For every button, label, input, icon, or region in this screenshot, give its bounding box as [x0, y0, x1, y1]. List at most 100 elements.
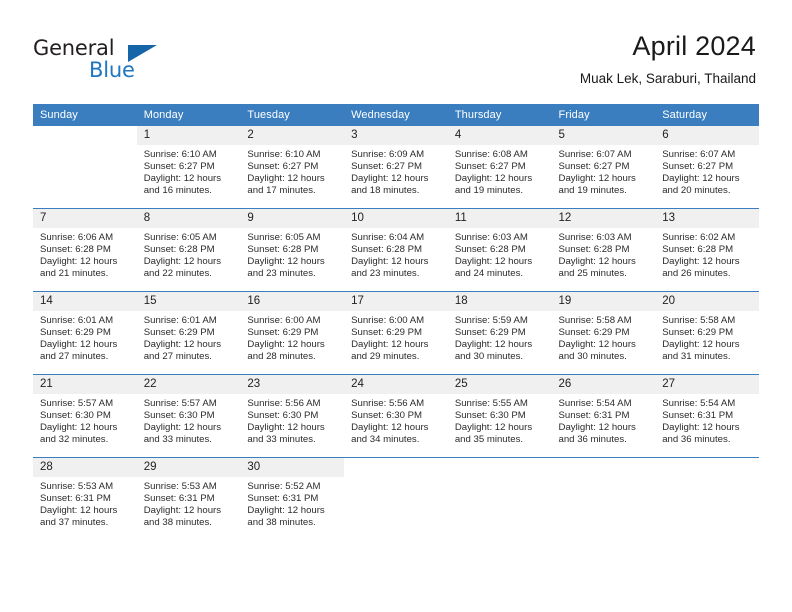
sunset-text: Sunset: 6:27 PM: [558, 161, 630, 173]
daylight-text-line1: Daylight: 12 hours: [40, 339, 118, 351]
calendar-grid: Sunday Monday Tuesday Wednesday Thursday Frid…: [33, 104, 759, 540]
daylight-text-line2: and 16 minutes.: [143, 185, 212, 197]
day-number: 12: [551, 209, 656, 228]
day-cell[interactable]: 13 Sunrise: 6:02 AM Sunset: 6:28 PM Dayligh…: [655, 209, 759, 291]
calendar-cell: 30 Sunrise: 5:52 AM Sunset: 6:31 PM Dayligh…: [240, 457, 345, 540]
title-block: April 2024 Muak Lek, Saraburi, Thailand: [580, 30, 756, 87]
calendar-cell: 29 Sunrise: 5:53 AM Sunset: 6:31 PM Dayligh…: [136, 457, 241, 540]
daylight-text-line1: Daylight: 12 hours: [558, 173, 636, 185]
calendar-header-row: Sunday Monday Tuesday Wednesday Thursday Frid…: [33, 104, 759, 126]
daylight-text-line2: and 25 minutes.: [558, 268, 627, 280]
day-cell[interactable]: 14 Sunrise: 6:01 AM Sunset: 6:29 PM Dayligh…: [33, 292, 137, 374]
day-cell[interactable]: 4 Sunrise: 6:08 AM Sunset: 6:27 PM Daylight…: [447, 126, 552, 208]
day-cell[interactable]: 3 Sunrise: 6:09 AM Sunset: 6:27 PM Daylight…: [344, 126, 448, 208]
daylight-text-line2: and 34 minutes.: [351, 434, 420, 446]
day-cell[interactable]: 5 Sunrise: 6:07 AM Sunset: 6:27 PM Daylight…: [551, 126, 656, 208]
sunset-text: Sunset: 6:30 PM: [454, 410, 526, 422]
day-cell[interactable]: 8 Sunrise: 6:05 AM Sunset: 6:28 PM Daylight…: [136, 209, 241, 291]
daylight-text-line1: Daylight: 12 hours: [247, 256, 325, 268]
sunset-text: Sunset: 6:29 PM: [351, 327, 423, 339]
sunset-text: Sunset: 6:28 PM: [558, 244, 630, 256]
sunrise-text: Sunrise: 6:09 AM: [351, 149, 425, 160]
sunset-text: Sunset: 6:29 PM: [247, 327, 319, 339]
day-cell[interactable]: 26 Sunrise: 5:54 AM Sunset: 6:31 PM Dayligh…: [551, 375, 656, 457]
day-number: 29: [136, 458, 241, 477]
day-cell[interactable]: 21 Sunrise: 5:57 AM Sunset: 6:30 PM Dayligh…: [33, 375, 137, 457]
daylight-text-line1: Daylight: 12 hours: [454, 422, 533, 434]
calendar-cell: 23 Sunrise: 5:56 AM Sunset: 6:30 PM Dayligh…: [240, 374, 345, 458]
calendar-cell: 16 Sunrise: 6:00 AM Sunset: 6:29 PM Dayligh…: [240, 291, 345, 375]
daylight-text-line2: and 20 minutes.: [662, 185, 731, 197]
calendar-cell: 7 Sunrise: 6:06 AM Sunset: 6:28 PM Daylight…: [33, 208, 137, 292]
day-cell[interactable]: 11 Sunrise: 6:03 AM Sunset: 6:28 PM Dayligh…: [447, 209, 552, 291]
daylight-text-line2: and 18 minutes.: [351, 185, 420, 197]
day-number: 13: [655, 209, 759, 228]
day-details: Sunrise: 6:00 AM Sunset: 6:29 PM Daylight:…: [344, 311, 448, 363]
day-cell[interactable]: 25 Sunrise: 5:55 AM Sunset: 6:30 PM Dayligh…: [447, 375, 552, 457]
daylight-text-line1: Daylight: 12 hours: [662, 173, 740, 185]
day-details: Sunrise: 6:07 AM Sunset: 6:27 PM Daylight:…: [552, 145, 656, 197]
day-cell[interactable]: 22 Sunrise: 5:57 AM Sunset: 6:30 PM Dayligh…: [136, 375, 241, 457]
day-details: Sunrise: 6:09 AM Sunset: 6:27 PM Daylight:…: [344, 145, 448, 197]
day-details: Sunrise: 6:06 AM Sunset: 6:28 PM Daylight:…: [33, 228, 137, 280]
daylight-text-line2: and 23 minutes.: [351, 268, 420, 280]
day-cell[interactable]: 7 Sunrise: 6:06 AM Sunset: 6:28 PM Daylight…: [33, 209, 137, 291]
day-cell[interactable]: 1 Sunrise: 6:10 AM Sunset: 6:27 PM Daylight…: [136, 126, 241, 208]
calendar-cell: 20 Sunrise: 5:58 AM Sunset: 6:29 PM Dayligh…: [655, 291, 759, 375]
day-cell[interactable]: 23 Sunrise: 5:56 AM Sunset: 6:30 PM Dayligh…: [240, 375, 345, 457]
sunrise-text: Sunrise: 5:54 AM: [558, 398, 632, 409]
day-cell[interactable]: 27 Sunrise: 5:54 AM Sunset: 6:31 PM Dayligh…: [655, 375, 759, 457]
calendar-week-row: 1 Sunrise: 6:10 AM Sunset: 6:27 PM Daylight…: [33, 126, 759, 209]
day-number: 20: [655, 292, 759, 311]
day-number: 25: [447, 375, 552, 394]
day-cell[interactable]: 10 Sunrise: 6:04 AM Sunset: 6:28 PM Dayligh…: [344, 209, 448, 291]
day-cell[interactable]: 30 Sunrise: 5:52 AM Sunset: 6:31 PM Dayligh…: [240, 458, 345, 540]
day-cell[interactable]: 2 Sunrise: 6:10 AM Sunset: 6:27 PM Daylight…: [240, 126, 345, 208]
sunset-text: Sunset: 6:28 PM: [662, 244, 734, 256]
day-details: Sunrise: 6:03 AM Sunset: 6:28 PM Daylight:…: [552, 228, 656, 280]
sunrise-text: Sunrise: 5:56 AM: [247, 398, 321, 409]
brand-logo[interactable]: General Blue: [33, 36, 233, 86]
calendar-cell: 21 Sunrise: 5:57 AM Sunset: 6:30 PM Dayligh…: [33, 374, 137, 458]
day-number: 27: [655, 375, 759, 394]
sunrise-text: Sunrise: 5:59 AM: [454, 315, 528, 326]
day-cell[interactable]: 6 Sunrise: 6:07 AM Sunset: 6:27 PM Daylight…: [655, 126, 759, 208]
day-cell[interactable]: 20 Sunrise: 5:58 AM Sunset: 6:29 PM Dayligh…: [655, 292, 759, 374]
daylight-text-line2: and 35 minutes.: [454, 434, 524, 446]
calendar-cell: 26 Sunrise: 5:54 AM Sunset: 6:31 PM Dayligh…: [551, 374, 656, 458]
day-number: 21: [33, 375, 137, 394]
day-cell[interactable]: 28 Sunrise: 5:53 AM Sunset: 6:31 PM Dayligh…: [33, 458, 137, 540]
day-number: [551, 458, 656, 477]
day-cell[interactable]: 9 Sunrise: 6:05 AM Sunset: 6:28 PM Daylight…: [240, 209, 345, 291]
sunset-text: Sunset: 6:28 PM: [454, 244, 526, 256]
page-title: April 2024: [632, 31, 756, 61]
daylight-text-line2: and 33 minutes.: [143, 434, 212, 446]
sunrise-text: Sunrise: 6:00 AM: [247, 315, 321, 326]
day-cell[interactable]: 19 Sunrise: 5:58 AM Sunset: 6:29 PM Dayligh…: [551, 292, 656, 374]
day-cell[interactable]: 24 Sunrise: 5:56 AM Sunset: 6:30 PM Dayligh…: [344, 375, 448, 457]
day-details: Sunrise: 6:03 AM Sunset: 6:28 PM Daylight:…: [448, 228, 552, 280]
daylight-text-line2: and 37 minutes.: [40, 517, 109, 529]
empty-day-cell: [551, 458, 656, 540]
day-details: Sunrise: 6:10 AM Sunset: 6:27 PM Daylight:…: [240, 145, 344, 197]
day-cell[interactable]: 12 Sunrise: 6:03 AM Sunset: 6:28 PM Dayligh…: [551, 209, 656, 291]
sunrise-text: Sunrise: 6:05 AM: [247, 232, 321, 243]
sunset-text: Sunset: 6:31 PM: [662, 410, 734, 422]
day-cell[interactable]: 16 Sunrise: 6:00 AM Sunset: 6:29 PM Dayligh…: [240, 292, 345, 374]
daylight-text-line2: and 24 minutes.: [454, 268, 524, 280]
daylight-text-line2: and 19 minutes.: [454, 185, 524, 197]
day-number: 18: [447, 292, 552, 311]
day-details: Sunrise: 5:56 AM Sunset: 6:30 PM Daylight:…: [344, 394, 448, 446]
sunrise-text: Sunrise: 5:55 AM: [454, 398, 528, 409]
calendar-cell: 17 Sunrise: 6:00 AM Sunset: 6:29 PM Dayligh…: [344, 291, 448, 375]
day-cell[interactable]: 15 Sunrise: 6:01 AM Sunset: 6:29 PM Dayligh…: [136, 292, 241, 374]
day-number: 10: [344, 209, 448, 228]
calendar-cell: 8 Sunrise: 6:05 AM Sunset: 6:28 PM Daylight…: [136, 208, 241, 292]
brand-name-blue: Blue: [89, 58, 135, 82]
day-cell[interactable]: 29 Sunrise: 5:53 AM Sunset: 6:31 PM Dayligh…: [136, 458, 241, 540]
daylight-text-line2: and 32 minutes.: [40, 434, 109, 446]
day-cell[interactable]: 18 Sunrise: 5:59 AM Sunset: 6:29 PM Dayligh…: [447, 292, 552, 374]
weekday-header-sunday: Sunday: [33, 104, 137, 126]
day-cell[interactable]: 17 Sunrise: 6:00 AM Sunset: 6:29 PM Dayligh…: [344, 292, 448, 374]
empty-day-cell: [33, 126, 137, 208]
